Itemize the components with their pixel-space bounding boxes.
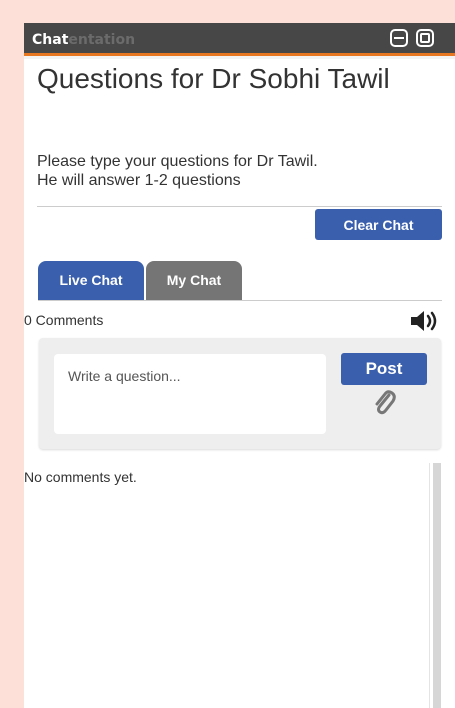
empty-comments-message: No comments yet. (24, 469, 137, 485)
question-composer: Post (39, 338, 441, 449)
page-title: Questions for Dr Sobhi Tawil (37, 63, 390, 94)
tab-my-chat[interactable]: My Chat (146, 261, 242, 300)
window-titlebar: Chatentation (24, 23, 455, 56)
paperclip-icon[interactable] (372, 389, 398, 419)
comments-scrollbar[interactable] (433, 463, 441, 708)
description-line-1: Please type your questions for Dr Tawil. (37, 153, 318, 170)
list-divider (429, 463, 430, 708)
description-line-2: He will answer 1-2 questions (37, 172, 241, 189)
tab-live-chat[interactable]: Live Chat (38, 261, 144, 300)
minimize-icon[interactable] (390, 29, 408, 47)
page-description: Please type your questions for Dr Tawil.… (37, 152, 437, 190)
clear-chat-button[interactable]: Clear Chat (315, 209, 442, 240)
tabs-divider (38, 300, 442, 301)
comments-count: 0 Comments (24, 312, 104, 328)
chat-content: Questions for Dr Sobhi Tawil Please type… (24, 59, 455, 708)
speaker-icon[interactable] (409, 308, 443, 334)
chat-panel: Chatentation Questions for Dr Sobhi Tawi… (24, 23, 455, 708)
divider (37, 206, 442, 207)
post-button[interactable]: Post (341, 353, 427, 385)
window-tab-label[interactable]: Chatentation (32, 32, 135, 48)
maximize-icon[interactable] (416, 29, 434, 47)
question-input[interactable] (54, 354, 326, 434)
